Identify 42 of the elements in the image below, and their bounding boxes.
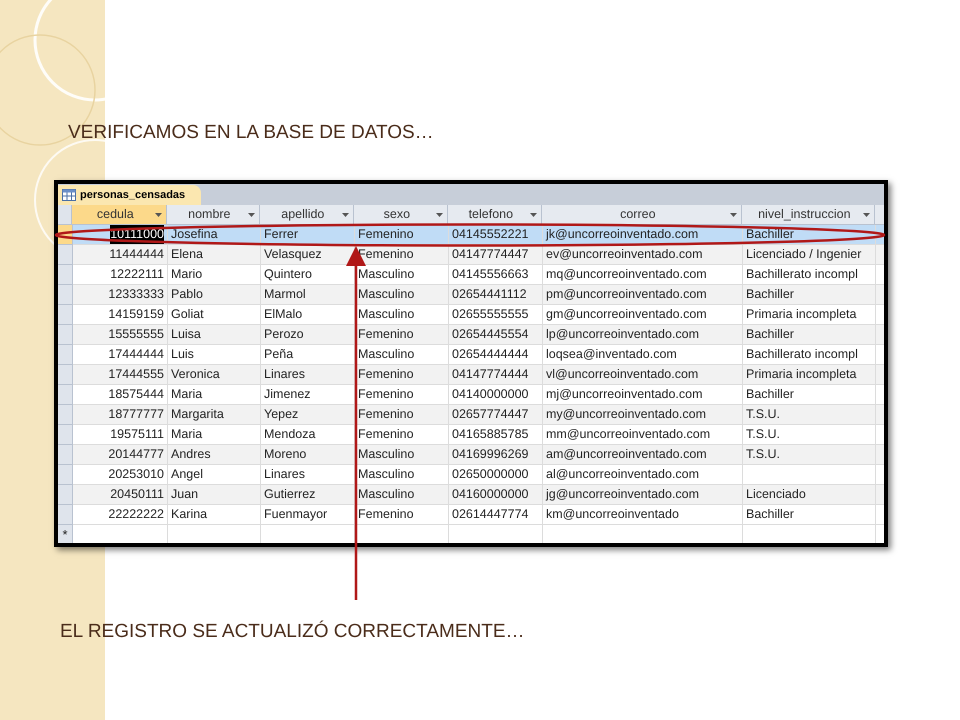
dropdown-caret-icon (862, 212, 870, 216)
column-header[interactable]: cedula (72, 205, 167, 225)
dropdown-caret-icon (248, 212, 255, 216)
slide-heading: VERIFICAMOS EN LA BASE DE DATOS… (68, 121, 434, 145)
column-header[interactable]: telefono (448, 205, 542, 225)
column-header[interactable]: apellido (260, 205, 354, 225)
column-header[interactable]: sexo (354, 205, 448, 225)
table-cell: 04145552221 (449, 225, 543, 245)
table-cell: Femenino (355, 505, 449, 525)
table-row[interactable]: 20450111 Juan Gutierrez Masculino 04160000000 jg@uncorreoinventado.com Licenciado (58, 485, 884, 505)
column-header[interactable]: nivel_instruccion (742, 205, 875, 225)
table-cell: Fuenmayor (261, 505, 355, 525)
table-row[interactable]: 18777777 Margarita Yepez Femenino 02657774447 my@uncorreoinventado.com T.S.U. (58, 405, 884, 425)
dropdown-caret-icon (154, 212, 162, 216)
new-row-selector[interactable]: * (58, 525, 73, 543)
table-cell: 22222222 (73, 505, 168, 525)
table-row[interactable]: 18575444 Maria Jimenez Femenino 04140000000 mj@uncorreoinventado.com Bachiller (58, 385, 884, 405)
table-cell: 02614447774 (449, 505, 543, 525)
table-row[interactable]: 12222111 Mario Quintero Masculino 04145556663 mq@uncorreoinventado.com Bachillerato incompl (58, 265, 884, 285)
table-row[interactable]: 15555555 Luisa Perozo Femenino 02654445554 lp@uncorreoinventado.com Bachiller (58, 325, 884, 345)
dropdown-caret-icon (730, 212, 737, 216)
table-row[interactable]: 17444555 Veronica Linares Femenino 04147774444 vl@uncorreoinventado.com Primaria incompleta (58, 365, 884, 385)
table-icon (62, 189, 76, 201)
dropdown-caret-icon (436, 212, 443, 216)
table-row[interactable]: 22222222 Karina Fuenmayor Femenino 02614447774 km@uncorreoinventado Bachiller (58, 505, 884, 525)
table-cell: km@uncorreoinventado (543, 505, 743, 525)
table-row[interactable]: 19575111 Maria Mendoza Femenino 04165885785 mm@uncorreoinventado.com T.S.U. (58, 425, 884, 445)
slide-caption: EL REGISTRO SE ACTUALIZÓ CORRECTAMENTE… (60, 620, 525, 644)
table-row[interactable]: 17444444 Luis Peña Masculino 02654444444 loqsea@inventado.com Bachillerato incompl (58, 345, 884, 365)
table-row[interactable]: 12333333 Pablo Marmol Masculino 02654441112 pm@uncorreoinventado.com Bachiller (58, 285, 884, 305)
table-row[interactable]: 20253010 Angel Linares Masculino 02650000000 al@uncorreoinventado.com (58, 465, 884, 485)
dropdown-caret-icon (530, 212, 537, 216)
table-cell: Femenino (355, 225, 449, 245)
table-tab[interactable]: personas_censadas (58, 185, 202, 205)
table-cell: Bachiller (743, 505, 876, 525)
column-header[interactable]: nombre (166, 205, 260, 225)
table-row[interactable]: 14159159 Goliat ElMalo Masculino 02655555555 gm@uncorreoinventado.com Primaria incompleta (58, 305, 884, 325)
table-row[interactable]: 11444444 Elena Velasquez Femenino 04147774447 ev@uncorreoinventado.com Licenciado / Ingenier (58, 245, 884, 265)
table-cell: Karina (168, 505, 261, 525)
table-row[interactable]: 20144777 Andres Moreno Masculino 04169996269 am@uncorreoinventado.com T.S.U. (58, 445, 884, 465)
dropdown-caret-icon (342, 212, 349, 216)
column-header[interactable]: correo (542, 205, 742, 225)
